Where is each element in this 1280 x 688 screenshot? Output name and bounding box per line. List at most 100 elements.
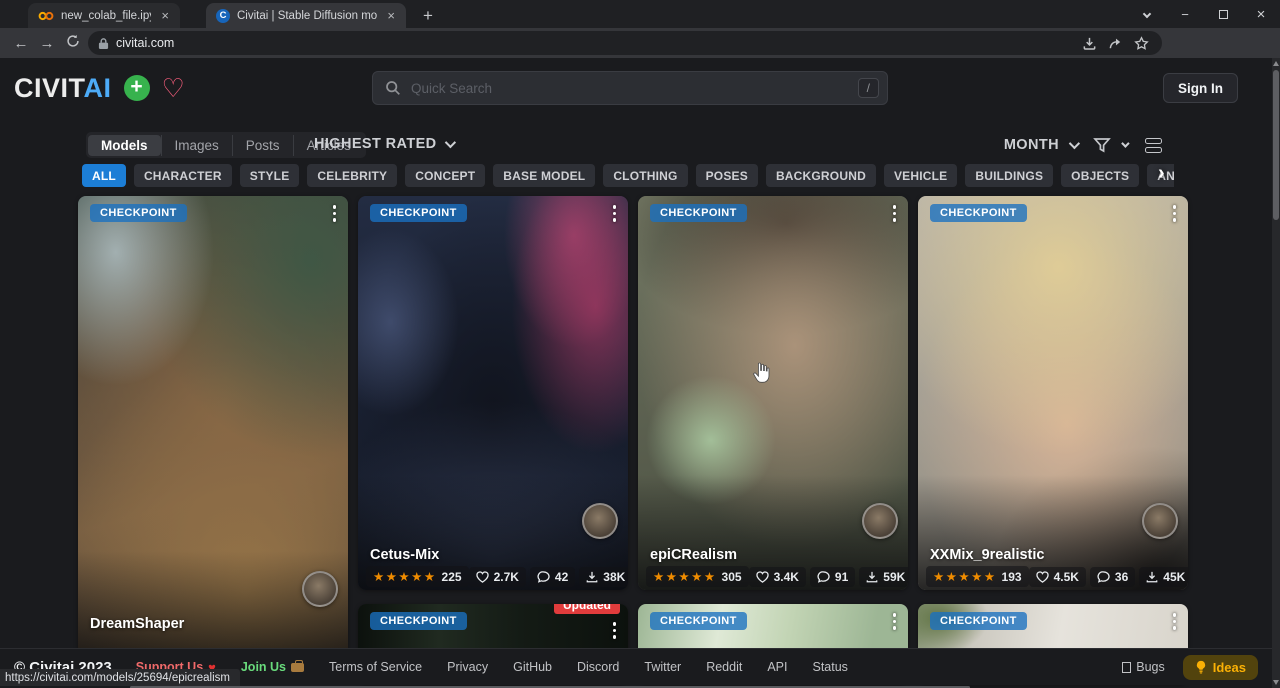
chip-buildings[interactable]: BUILDINGS [965,164,1053,187]
scroll-up-icon[interactable] [1273,61,1279,66]
card-menu-icon[interactable] [331,203,339,224]
creator-avatar[interactable] [582,503,618,539]
tab-colab[interactable]: new_colab_file.ipynb - Colaborat × [28,3,180,28]
star-icons: ★★★★★ [933,569,997,584]
tab-images[interactable]: Images [161,135,232,156]
model-title[interactable]: DreamShaper [90,616,184,632]
close-window-button[interactable]: × [1242,0,1280,28]
lock-icon [98,37,109,50]
model-title[interactable]: epiCRealism [650,547,737,563]
category-chips: ALL CHARACTER STYLE CELEBRITY CONCEPT BA… [82,164,1174,188]
scrollbar-thumb[interactable] [1273,70,1279,220]
likes-pill: 4.5K [1029,567,1086,587]
tab-posts[interactable]: Posts [232,135,293,156]
civitai-favicon-icon: C [216,9,230,23]
search-bar[interactable]: / [372,71,888,105]
chip-base-model[interactable]: BASE MODEL [493,164,595,187]
tab-close-icon[interactable]: × [384,8,398,23]
creator-avatar[interactable] [1142,503,1178,539]
chip-clothing[interactable]: CLOTHING [603,164,687,187]
card-menu-icon[interactable] [1171,611,1179,632]
card-menu-icon[interactable] [611,620,619,641]
footer-link-discord[interactable]: Discord [577,660,619,674]
tab-civitai[interactable]: C Civitai | Stable Diffusion models, × [206,3,406,28]
chip-style[interactable]: STYLE [240,164,300,187]
heart-icon [756,571,769,583]
model-type-badge: CHECKPOINT [370,612,467,630]
model-title[interactable]: Cetus-Mix [370,547,439,563]
card-menu-icon[interactable] [891,203,899,224]
model-grid: CHECKPOINT DreamShaper CHECKPOINT Cetus-… [78,196,1188,688]
footer-link-terms[interactable]: Terms of Service [329,660,422,674]
reload-icon[interactable] [60,34,86,52]
search-shortcut-key: / [858,78,879,98]
model-card-dreamshaper[interactable]: CHECKPOINT DreamShaper [78,196,348,666]
footer-link-api[interactable]: API [767,660,787,674]
model-type-badge: CHECKPOINT [930,612,1027,630]
chip-character[interactable]: CHARACTER [134,164,232,187]
footer-link-join-us[interactable]: Join Us [241,660,304,674]
creator-avatar[interactable] [302,571,338,607]
restore-button[interactable] [1204,0,1242,28]
chip-concept[interactable]: CONCEPT [405,164,485,187]
tab-models[interactable]: Models [88,135,161,156]
browser-window: new_colab_file.ipynb - Colaborat × C Civ… [0,0,1280,688]
model-card-xxmix9realistic[interactable]: CHECKPOINT XXMix_9realistic ★★★★★193 4.5… [918,196,1188,590]
ideas-button[interactable]: Ideas [1183,655,1258,680]
downloads-pill: 59K [859,567,908,587]
chip-all[interactable]: ALL [82,164,126,187]
sort-dropdown[interactable]: HIGHEST RATED [314,136,453,152]
chevron-down-icon [1121,139,1129,147]
back-icon[interactable]: ← [8,35,34,52]
address-bar[interactable]: civitai.com [88,31,1162,55]
heart-icon[interactable]: ♡ [162,75,185,101]
model-title[interactable]: XXMix_9realistic [930,547,1044,563]
card-menu-icon[interactable] [1171,203,1179,224]
vertical-scrollbar[interactable] [1272,58,1280,688]
bookmark-star-icon[interactable] [1128,36,1154,51]
chip-poses[interactable]: POSES [696,164,758,187]
tab-close-icon[interactable]: × [158,8,172,23]
status-url-tooltip: https://civitai.com/models/25694/epicrea… [0,669,240,686]
search-input[interactable] [411,81,858,96]
download-icon[interactable] [1076,36,1102,51]
model-card-epicrealism[interactable]: CHECKPOINT epiCRealism ★★★★★305 3.4K 91 … [638,196,908,590]
chip-background[interactable]: BACKGROUND [766,164,876,187]
period-dropdown[interactable]: MONTH [1004,137,1059,153]
filter-funnel-icon[interactable] [1093,136,1111,154]
tab-search-icon[interactable] [1128,0,1166,28]
card-menu-icon[interactable] [891,611,899,632]
footer-link-twitter[interactable]: Twitter [644,660,681,674]
minimize-button[interactable]: − [1166,0,1204,28]
creator-avatar[interactable] [862,503,898,539]
card-menu-icon[interactable] [611,203,619,224]
forward-icon[interactable]: → [34,35,60,52]
chip-vehicle[interactable]: VEHICLE [884,164,957,187]
model-card-cetus-mix[interactable]: CHECKPOINT Cetus-Mix ★★★★★225 2.7K 42 38… [358,196,628,590]
url-text[interactable]: civitai.com [116,36,1076,50]
heart-icon [476,571,489,583]
new-tab-button[interactable]: + [416,4,440,28]
sign-in-button[interactable]: Sign In [1163,73,1238,103]
share-icon[interactable] [1102,36,1128,51]
comment-icon [817,571,830,583]
download-icon [866,571,878,583]
filter-row: Models Images Posts Articles HIGHEST RAT… [0,130,1272,160]
layout-toggle-icon[interactable] [1145,138,1162,153]
chips-scroll-right-icon[interactable]: › [1158,162,1165,185]
site-header: CIVITAI + ♡ / Sign In [0,58,1272,118]
scroll-down-icon[interactable] [1273,680,1279,685]
comment-icon [1097,571,1110,583]
browser-toolbar: ← → civitai.com [0,28,1280,58]
footer-link-privacy[interactable]: Privacy [447,660,488,674]
chip-objects[interactable]: OBJECTS [1061,164,1139,187]
heart-icon [1036,571,1049,583]
footer-link-github[interactable]: GitHub [513,660,552,674]
bugs-button[interactable]: Bugs [1122,660,1165,674]
footer-link-reddit[interactable]: Reddit [706,660,742,674]
create-plus-button[interactable]: + [124,75,150,101]
tab-title: Civitai | Stable Diffusion models, [237,10,377,22]
civitai-logo[interactable]: CIVITAI [14,73,112,104]
footer-link-status[interactable]: Status [812,660,847,674]
chip-celebrity[interactable]: CELEBRITY [307,164,397,187]
